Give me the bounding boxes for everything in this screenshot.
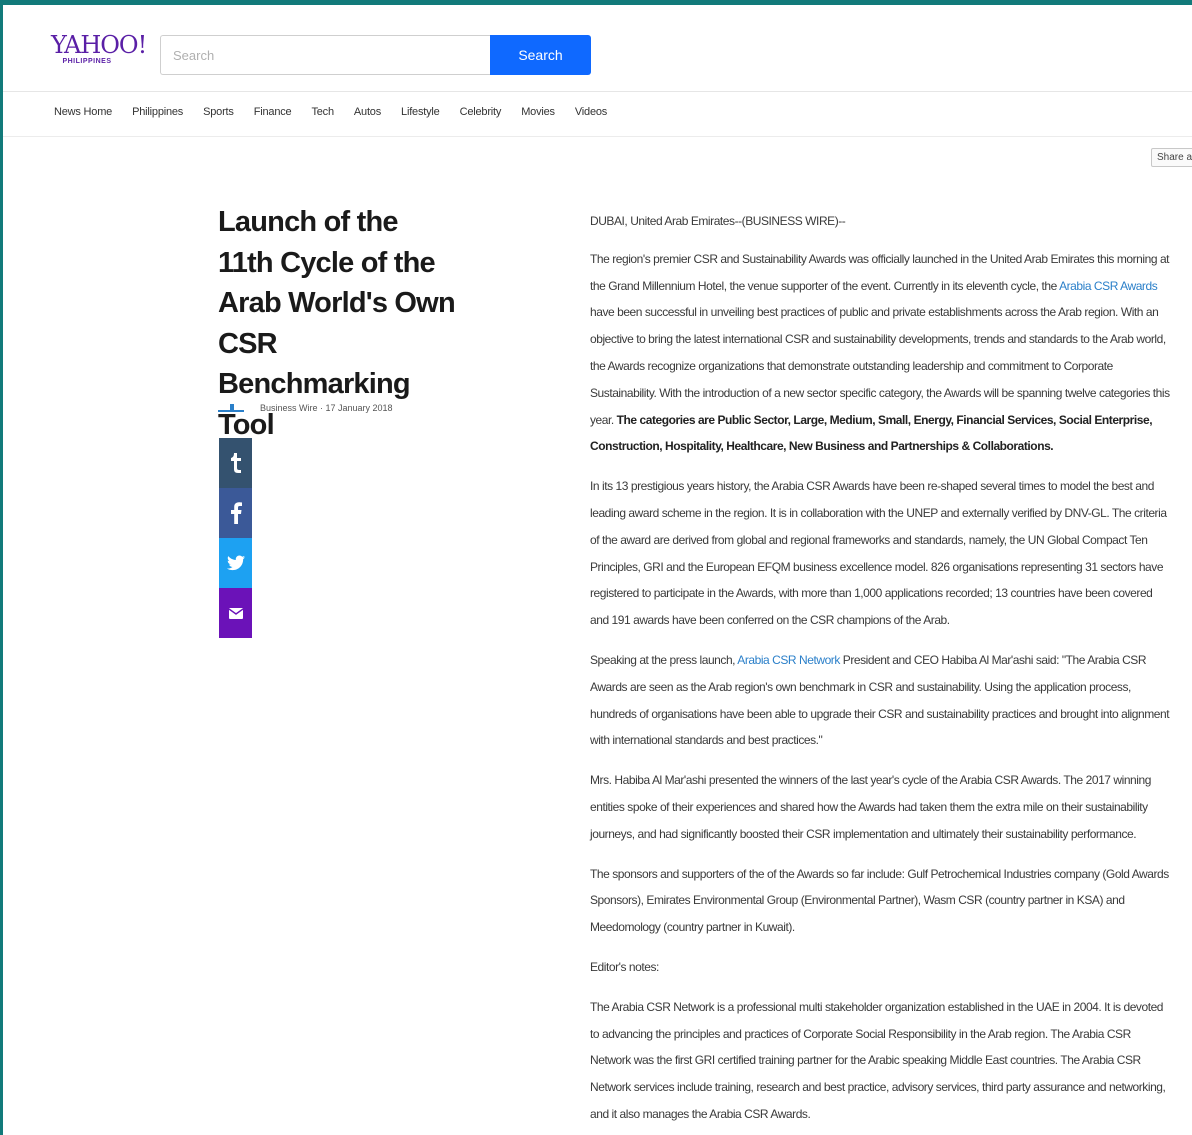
browser-frame: YAHOO! PHILIPPINES Search News Home Phil… — [0, 0, 1192, 1135]
article-paragraph-4: Mrs. Habiba Al Mar'ashi presented the wi… — [590, 773, 1151, 841]
search-input[interactable] — [160, 35, 492, 75]
tumblr-icon — [230, 453, 241, 473]
nav-item-philippines[interactable]: Philippines — [132, 106, 183, 118]
editors-notes-heading: Editor's notes: — [590, 959, 659, 974]
yahoo-logo[interactable]: YAHOO! PHILIPPINES — [51, 31, 147, 73]
search-button[interactable]: Search — [490, 35, 591, 75]
nav-item-finance[interactable]: Finance — [254, 106, 292, 118]
paragraph-text: President and CEO Habiba Al Mar'ashi sai… — [590, 652, 1170, 748]
twitter-icon — [226, 555, 245, 571]
nav-item-movies[interactable]: Movies — [521, 106, 555, 118]
nav-item-videos[interactable]: Videos — [575, 106, 607, 118]
facebook-share-button[interactable] — [219, 488, 252, 538]
nav-divider — [3, 136, 1192, 137]
article-paragraph-3: Speaking at the press launch, Arabia CSR… — [590, 647, 1172, 754]
share-all-button[interactable]: Share all — [1151, 148, 1192, 167]
share-bar — [219, 438, 252, 638]
email-share-button[interactable] — [219, 588, 252, 638]
arabia-csr-awards-link[interactable]: Arabia CSR Awards — [1059, 279, 1158, 293]
article-body: DUBAI, United Arab Emirates--(BUSINESS W… — [590, 208, 1172, 1135]
article-paragraph-5: The sponsors and supporters of the of th… — [590, 866, 1169, 935]
article-paragraph-2: In its 13 prestigious years history, the… — [590, 479, 1167, 628]
logo-region: PHILIPPINES — [62, 58, 112, 65]
tumblr-share-button[interactable] — [219, 438, 252, 488]
paragraph-text: Speaking at the press launch, — [590, 652, 738, 667]
arabia-csr-network-link[interactable]: Arabia CSR Network — [737, 653, 840, 667]
logo-text: YAHOO! — [51, 31, 147, 59]
article-byline: Business Wire · 17 January 2018 — [218, 402, 393, 414]
nav-item-news-home[interactable]: News Home — [54, 106, 112, 118]
nav-item-celebrity[interactable]: Celebrity — [460, 106, 502, 118]
article-dateline: DUBAI, United Arab Emirates--(BUSINESS W… — [590, 214, 846, 228]
categories-bold-text: The categories are Public Sector, Large,… — [590, 412, 1153, 454]
header-divider — [3, 91, 1192, 92]
twitter-share-button[interactable] — [219, 538, 252, 588]
nav-item-autos[interactable]: Autos — [354, 106, 381, 118]
article-paragraph-7: The Arabia CSR Network is a professional… — [590, 999, 1166, 1121]
byline-text: Business Wire · 17 January 2018 — [260, 403, 393, 413]
publisher-logo-icon — [218, 402, 248, 414]
main-nav: News Home Philippines Sports Finance Tec… — [54, 106, 627, 118]
paragraph-text: have been successful in unveiling best p… — [590, 305, 1170, 427]
facebook-icon — [230, 502, 242, 524]
mail-icon — [228, 607, 243, 619]
nav-item-sports[interactable]: Sports — [203, 106, 234, 118]
nav-item-lifestyle[interactable]: Lifestyle — [401, 106, 440, 118]
article-paragraph-1: The region's premier CSR and Sustainabil… — [590, 246, 1172, 460]
nav-item-tech[interactable]: Tech — [311, 106, 334, 118]
